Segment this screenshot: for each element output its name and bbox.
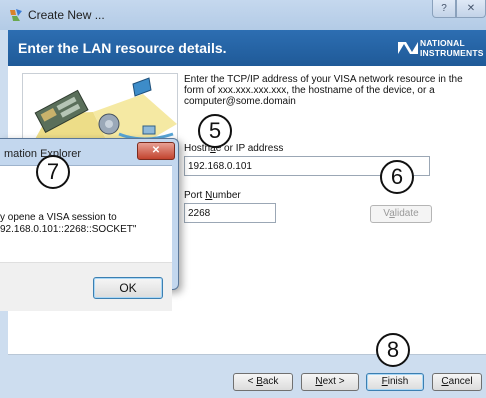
info-dialog: mation Explorer ✕ y opene a VISA session… bbox=[0, 138, 179, 311]
port-label-post: umber bbox=[212, 190, 241, 201]
port-label-pre: Port bbox=[184, 190, 206, 201]
validate-post: lidate bbox=[394, 208, 419, 219]
logo-line-2: INSTRUMENTS bbox=[420, 48, 484, 58]
hostname-label: Hostnae or IP address bbox=[184, 143, 283, 154]
port-number-input[interactable] bbox=[184, 203, 276, 223]
cancel-button[interactable]: Cancel bbox=[432, 373, 482, 391]
step-callout-6: 6 bbox=[380, 160, 414, 194]
next-accelerator: N bbox=[315, 376, 323, 387]
next-post: ext > bbox=[322, 376, 345, 387]
dialog-body: y opene a VISA session to 92.168.0.101::… bbox=[0, 165, 172, 311]
ni-eagle-icon bbox=[398, 42, 418, 54]
window-close-button[interactable]: ✕ bbox=[456, 0, 486, 18]
validate-button[interactable]: Validate bbox=[370, 205, 432, 223]
instructions-text: Enter the TCP/IP address of your VISA ne… bbox=[184, 74, 463, 107]
finish-button[interactable]: Finish bbox=[366, 373, 424, 391]
dialog-message: y opene a VISA session to 92.168.0.101::… bbox=[0, 212, 170, 236]
hostname-label-post: e or IP address bbox=[215, 143, 284, 154]
finish-post: inish bbox=[387, 376, 409, 387]
window-title: Create New ... bbox=[28, 8, 105, 22]
dialog-message-line-1: y opene a VISA session to bbox=[0, 212, 117, 223]
step-callout-7: 7 bbox=[36, 155, 70, 189]
next-button[interactable]: Next > bbox=[301, 373, 359, 391]
back-post: ack bbox=[262, 376, 279, 387]
ni-logo: NATIONAL INSTRUMENTS bbox=[398, 38, 484, 60]
port-label: Port Number bbox=[184, 190, 241, 201]
step-callout-5: 5 bbox=[198, 114, 232, 148]
dialog-close-button[interactable]: ✕ bbox=[137, 142, 175, 160]
wizard-header: Enter the LAN resource details. NATIONAL… bbox=[8, 30, 486, 66]
dialog-message-line-2: 92.168.0.101::2268::SOCKET" bbox=[0, 224, 137, 235]
header-title: Enter the LAN resource details. bbox=[18, 40, 227, 56]
step-callout-8: 8 bbox=[376, 333, 410, 367]
back-pre: < bbox=[247, 376, 257, 387]
title-bar[interactable]: Create New ... ? ✕ bbox=[0, 0, 486, 30]
help-button[interactable]: ? bbox=[432, 0, 456, 18]
cancel-accelerator: C bbox=[441, 376, 449, 387]
create-new-icon bbox=[10, 9, 22, 21]
cancel-post: ancel bbox=[448, 376, 473, 387]
logo-line-1: NATIONAL bbox=[420, 38, 465, 48]
back-button[interactable]: < Back bbox=[233, 373, 293, 391]
ok-button[interactable]: OK bbox=[93, 277, 163, 299]
back-accelerator: B bbox=[256, 376, 263, 387]
